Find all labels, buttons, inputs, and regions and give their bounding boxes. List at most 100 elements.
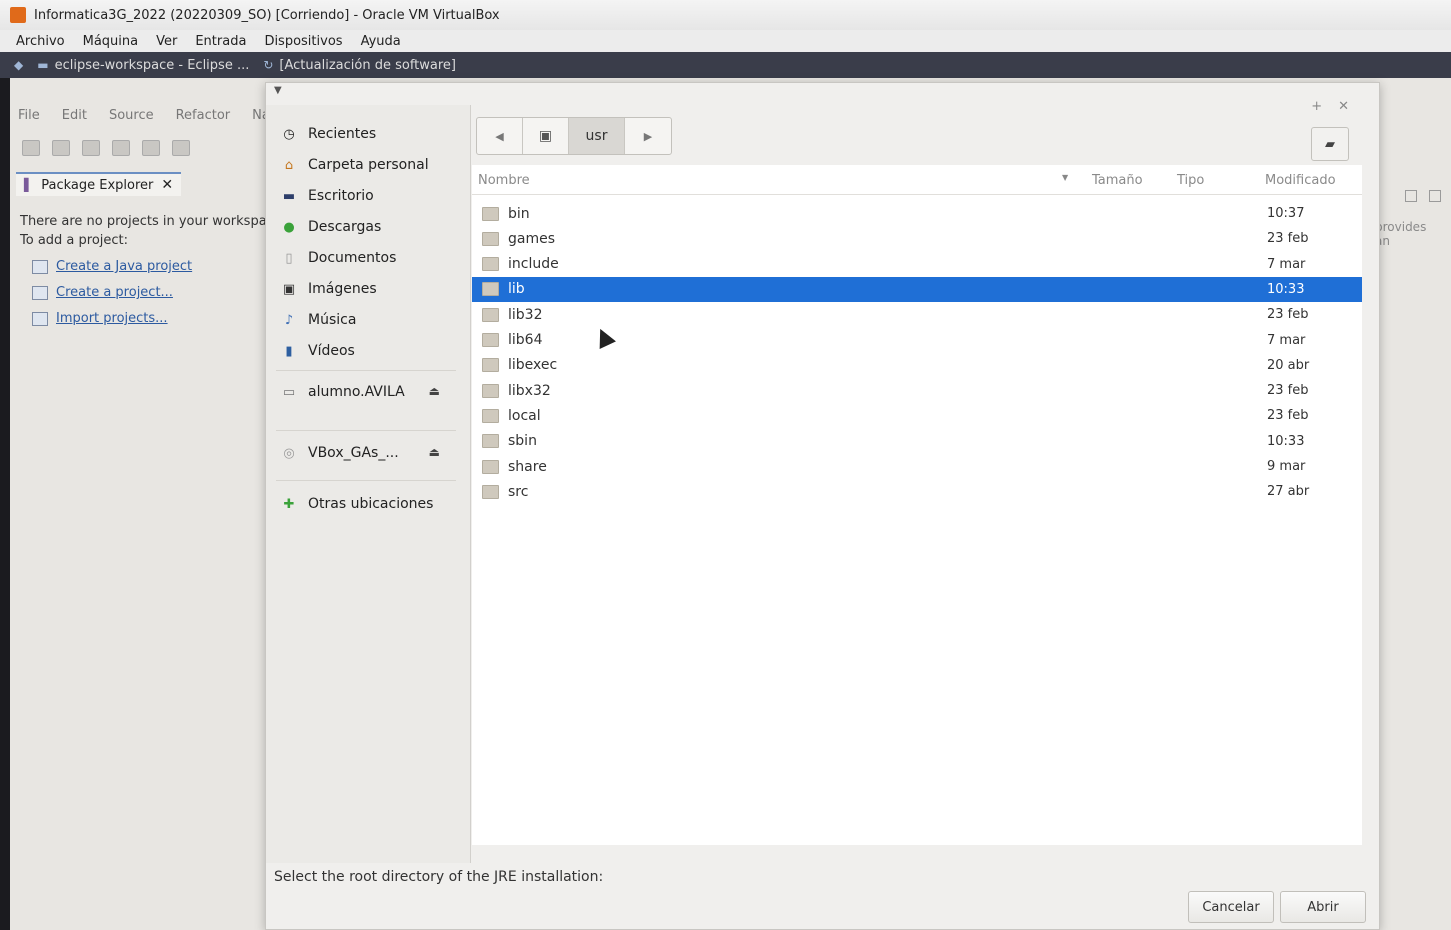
- virtualbox-logo-icon: [10, 7, 26, 23]
- place-descargas[interactable]: ● Descargas: [280, 216, 381, 238]
- vbox-menu-archivo[interactable]: Archivo: [16, 34, 65, 49]
- eclipse-menu-edit[interactable]: Edit: [62, 108, 87, 123]
- home-icon: ⌂: [284, 157, 294, 173]
- eclipse-menu-source[interactable]: Source: [109, 108, 154, 123]
- path-segment-usr[interactable]: usr: [569, 118, 625, 154]
- maximize-view-icon[interactable]: [1429, 190, 1441, 202]
- open-button[interactable]: Abrir: [1280, 891, 1366, 923]
- file-modified: 9 mar: [1267, 459, 1306, 474]
- file-modified: 7 mar: [1267, 256, 1306, 272]
- file-modified: 10:33: [1267, 433, 1305, 449]
- clock-icon: ◷: [283, 126, 295, 142]
- disc-icon: ◎: [283, 445, 295, 461]
- settings-icon[interactable]: [172, 140, 190, 156]
- package-explorer-icon: ▌: [24, 178, 34, 192]
- vbox-menu-dispositivos[interactable]: Dispositivos: [264, 34, 342, 49]
- file-name: local: [508, 407, 541, 424]
- column-modified[interactable]: Modificado: [1265, 173, 1336, 188]
- dialog-close-icon[interactable]: ✕: [1338, 99, 1349, 114]
- column-type[interactable]: Tipo: [1177, 173, 1204, 188]
- minimize-view-icon[interactable]: [1405, 190, 1417, 202]
- eject-icon[interactable]: ⏏: [429, 384, 440, 398]
- column-size[interactable]: Tamaño: [1092, 173, 1143, 188]
- create-project-link[interactable]: Create a project...: [32, 283, 270, 302]
- app-menu-icon[interactable]: ◆: [14, 58, 23, 72]
- table-row[interactable]: share 9 mar: [472, 454, 1362, 479]
- table-row[interactable]: libx32 23 feb: [472, 378, 1362, 403]
- download-icon: ●: [283, 219, 295, 235]
- chevron-down-icon[interactable]: ▼: [274, 85, 282, 96]
- file-name: libx32: [508, 382, 551, 399]
- folder-icon: [482, 459, 499, 474]
- vbox-menu-ayuda[interactable]: Ayuda: [361, 34, 401, 49]
- vbox-menu-maquina[interactable]: Máquina: [83, 34, 139, 49]
- search-icon[interactable]: [142, 140, 160, 156]
- folder-icon: [482, 408, 499, 423]
- eject-icon[interactable]: ⏏: [429, 445, 440, 459]
- place-imagenes[interactable]: ▣ Imágenes: [280, 278, 377, 300]
- folder-icon: [482, 206, 499, 221]
- taskbar-eclipse[interactable]: ▬ eclipse-workspace - Eclipse ...: [37, 58, 249, 73]
- places-separator: [276, 370, 456, 371]
- place-videos[interactable]: ▮ Vídeos: [280, 340, 354, 362]
- save-icon[interactable]: [52, 140, 70, 156]
- table-row[interactable]: bin 10:37: [472, 201, 1362, 226]
- package-explorer-body: There are no projects in your workspa To…: [20, 212, 270, 328]
- table-row[interactable]: src 27 abr: [472, 479, 1362, 504]
- new-folder-button[interactable]: ▰: [1311, 127, 1349, 161]
- taskbar-eclipse-label: eclipse-workspace - Eclipse ...: [54, 57, 250, 73]
- cancel-button[interactable]: Cancelar: [1188, 891, 1274, 923]
- vbox-title: Informatica3G_2022 (20220309_SO) [Corrie…: [34, 7, 500, 23]
- eclipse-menu-refactor[interactable]: Refactor: [176, 108, 231, 123]
- table-row[interactable]: games 23 feb: [472, 226, 1362, 251]
- column-name[interactable]: Nombre: [478, 173, 530, 188]
- table-row[interactable]: lib32 23 feb: [472, 302, 1362, 327]
- table-row[interactable]: include 7 mar: [472, 252, 1362, 277]
- table-row[interactable]: lib 10:33: [472, 276, 1362, 302]
- folder-icon: [482, 231, 499, 246]
- folder-icon: [482, 307, 499, 322]
- import-projects-link[interactable]: Import projects...: [32, 309, 270, 328]
- vbox-menu-entrada[interactable]: Entrada: [195, 34, 246, 49]
- path-back-button[interactable]: ◀: [477, 118, 523, 154]
- package-explorer-tab[interactable]: ▌ Package Explorer ✕: [16, 172, 182, 196]
- save-all-icon[interactable]: [82, 140, 100, 156]
- place-otras-ubicaciones[interactable]: ✚ Otras ubicaciones: [280, 493, 434, 515]
- file-name: games: [508, 230, 556, 247]
- device-label: alumno.AVILA: [308, 384, 405, 400]
- table-row[interactable]: local 23 feb: [472, 403, 1362, 428]
- file-name: sbin: [508, 433, 537, 450]
- eclipse-menu-file[interactable]: File: [18, 108, 40, 123]
- root-drive-icon[interactable]: ▣: [523, 118, 569, 154]
- terminal-icon[interactable]: [112, 140, 130, 156]
- add-project-text: To add a project:: [20, 233, 129, 248]
- taskbar-update[interactable]: ↻ [Actualización de software]: [263, 58, 456, 73]
- new-icon[interactable]: [22, 140, 40, 156]
- guest-top-panel: ◆ ▬ eclipse-workspace - Eclipse ... ↻ [A…: [0, 52, 1451, 78]
- file-modified: 10:33: [1267, 281, 1305, 297]
- file-modified: 23 feb: [1267, 408, 1309, 424]
- right-view-text: provides an: [1375, 220, 1427, 248]
- close-icon[interactable]: ✕: [161, 177, 173, 193]
- eclipse-toolbar: [22, 140, 190, 156]
- folder-icon: [482, 333, 499, 347]
- file-modified: 20 abr: [1267, 357, 1310, 373]
- place-documentos[interactable]: ▯ Documentos: [280, 247, 396, 269]
- file-modified: 10:37: [1267, 206, 1305, 221]
- dialog-hint: Select the root directory of the JRE ins…: [274, 869, 604, 885]
- place-musica[interactable]: ♪ Música: [280, 309, 357, 331]
- file-name: lib64: [508, 332, 543, 348]
- vbox-menu-ver[interactable]: Ver: [156, 34, 177, 49]
- path-forward-button[interactable]: ▶: [625, 118, 671, 154]
- place-escritorio[interactable]: ▬ Escritorio: [280, 185, 374, 207]
- place-recientes[interactable]: ◷ Recientes: [280, 123, 376, 145]
- folder-icon: [482, 257, 499, 272]
- place-carpeta-personal[interactable]: ⌂ Carpeta personal: [280, 154, 429, 176]
- create-java-project-link[interactable]: Create a Java project: [32, 257, 270, 276]
- maximize-icon[interactable]: +: [1311, 99, 1322, 114]
- table-row[interactable]: sbin 10:33: [472, 429, 1362, 454]
- table-row[interactable]: libexec 20 abr: [472, 353, 1362, 378]
- file-name: src: [508, 483, 529, 500]
- import-icon: [32, 311, 48, 326]
- document-icon: ▯: [285, 250, 293, 266]
